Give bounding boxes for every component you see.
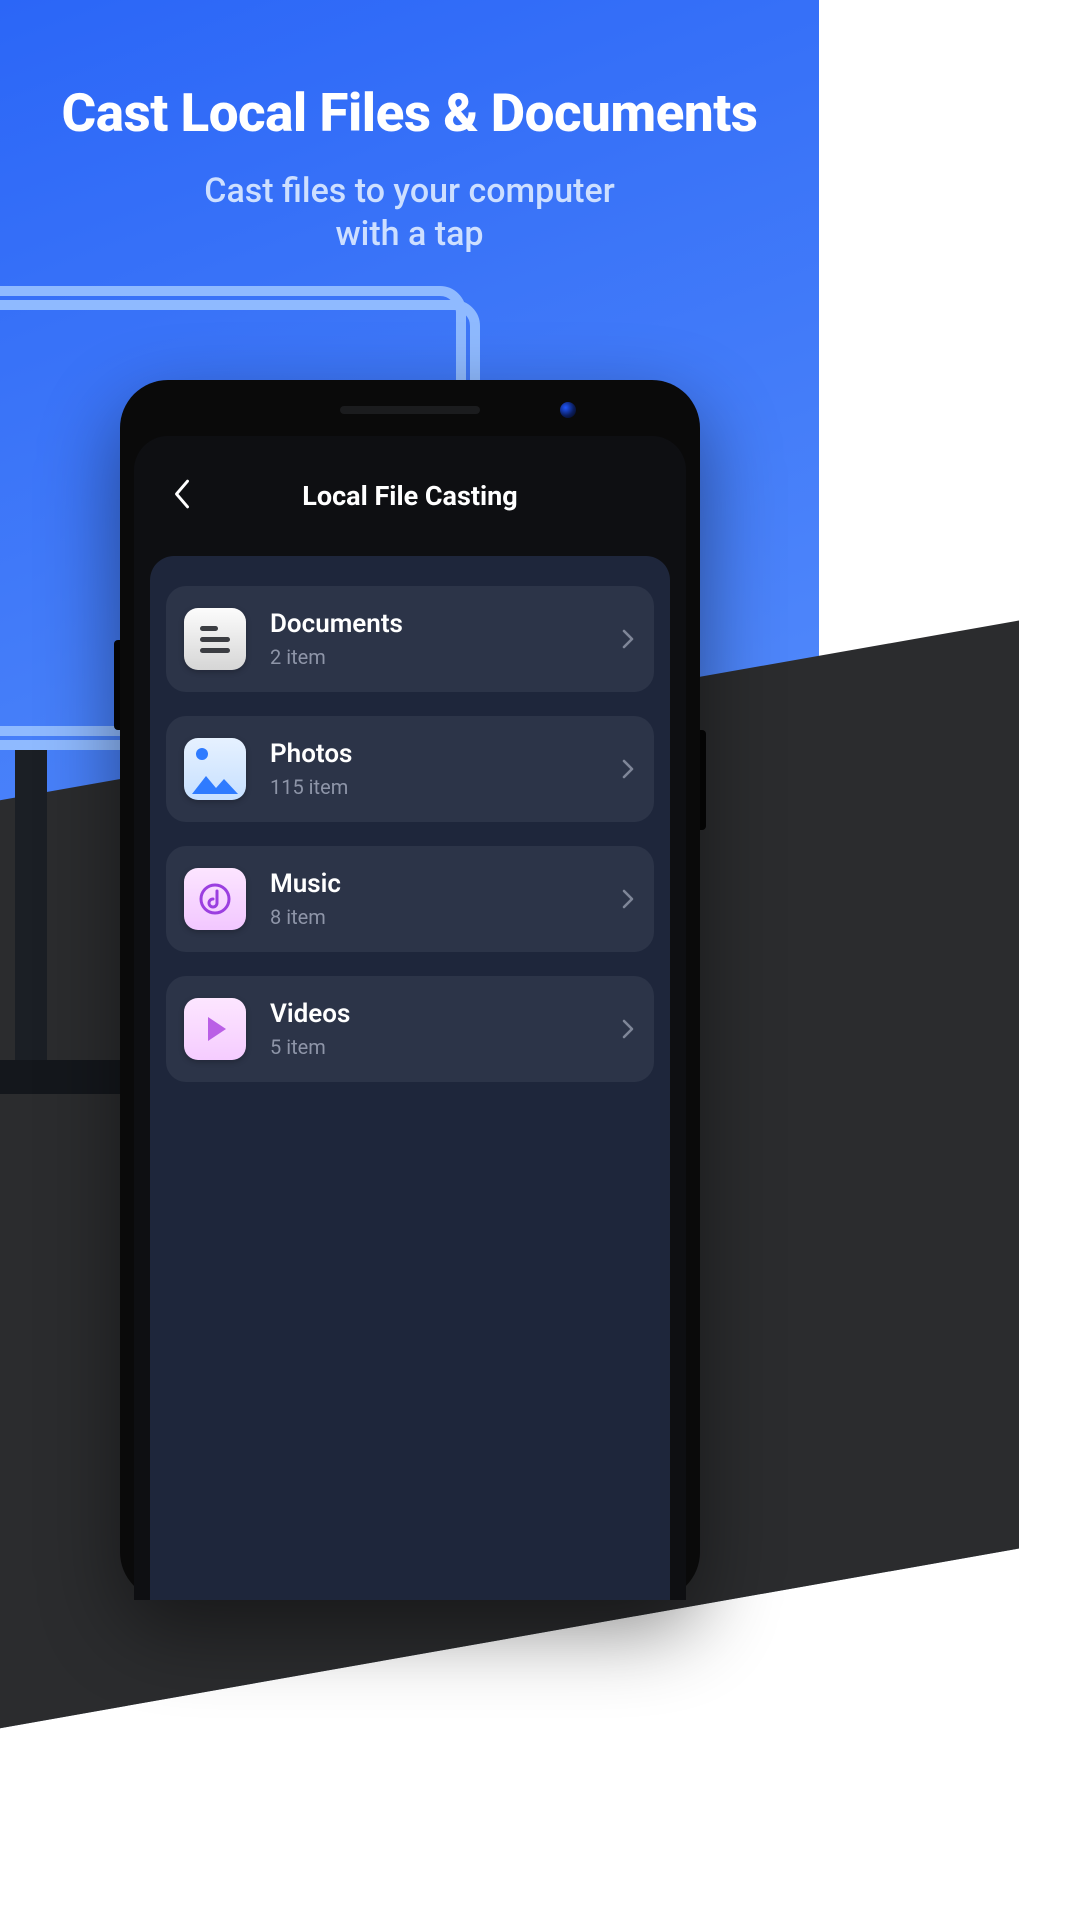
row-subtitle: 8 item — [270, 905, 620, 929]
chevron-left-icon — [171, 476, 193, 516]
promo-subhead: Cast files to your computer with a tap — [0, 170, 819, 255]
phone-frame: Local File Casting Documents 2 item — [120, 380, 700, 1600]
row-music[interactable]: Music 8 item — [166, 846, 654, 952]
row-text: Videos 5 item — [270, 999, 620, 1059]
row-subtitle: 5 item — [270, 1035, 620, 1059]
video-icon — [184, 998, 246, 1060]
mountain-icon — [190, 772, 240, 794]
document-icon — [184, 608, 246, 670]
app-header: Local File Casting — [134, 436, 686, 556]
promo-subhead-line1: Cast files to your computer — [204, 171, 614, 211]
row-documents[interactable]: Documents 2 item — [166, 586, 654, 692]
row-title: Music — [270, 869, 620, 899]
chevron-right-icon — [620, 757, 636, 781]
chevron-right-icon — [620, 887, 636, 911]
row-subtitle: 2 item — [270, 645, 620, 669]
row-subtitle: 115 item — [270, 775, 620, 799]
phone-screen: Local File Casting Documents 2 item — [134, 436, 686, 1600]
phone-earpiece — [340, 406, 480, 414]
row-text: Photos 115 item — [270, 739, 620, 799]
chevron-right-icon — [620, 1017, 636, 1041]
app-body: Documents 2 item Photos 115 item — [150, 556, 670, 1600]
row-photos[interactable]: Photos 115 item — [166, 716, 654, 822]
row-title: Documents — [270, 609, 620, 639]
back-button[interactable] — [152, 436, 212, 556]
row-text: Music 8 item — [270, 869, 620, 929]
play-icon — [208, 1017, 226, 1041]
screen-title: Local File Casting — [302, 480, 517, 512]
phone-camera — [560, 402, 576, 418]
background-monitor-foot — [0, 1000, 120, 1110]
row-videos[interactable]: Videos 5 item — [166, 976, 654, 1082]
row-text: Documents 2 item — [270, 609, 620, 669]
photo-icon — [184, 738, 246, 800]
row-title: Videos — [270, 999, 620, 1029]
row-title: Photos — [270, 739, 620, 769]
promo-headline: Cast Local Files & Documents — [0, 82, 819, 144]
music-icon — [184, 868, 246, 930]
promo-subhead-line2: with a tap — [335, 214, 483, 254]
chevron-right-icon — [620, 627, 636, 651]
